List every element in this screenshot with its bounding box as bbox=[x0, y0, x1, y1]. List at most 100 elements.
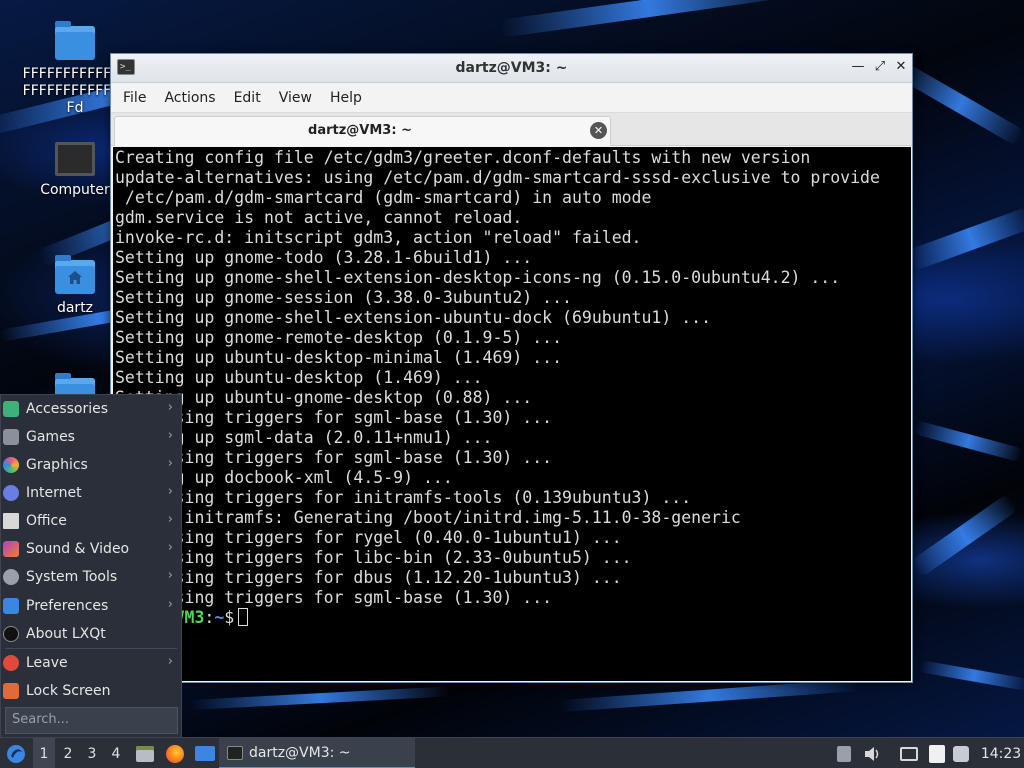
show-desktop-button[interactable] bbox=[192, 738, 218, 768]
chevron-right-icon: › bbox=[167, 428, 173, 443]
menu-item-games[interactable]: Games › bbox=[1, 423, 181, 451]
menu-item-accessories[interactable]: Accessories › bbox=[1, 395, 181, 423]
prompt-symbol: $ bbox=[224, 608, 235, 627]
menu-item-label: Preferences bbox=[26, 598, 109, 614]
terminal-line: Setting up gnome-session (3.38.0-3ubuntu… bbox=[115, 288, 572, 307]
menu-item-label: Office bbox=[26, 513, 67, 529]
menu-item-label: Accessories bbox=[26, 401, 109, 417]
menu-bar: File Actions Edit View Help bbox=[111, 83, 912, 113]
terminal-line: Processing triggers for dbus (1.12.20-1u… bbox=[115, 568, 622, 587]
window-titlebar[interactable]: >_ dartz@VM3: ~ — ⤢ ✕ bbox=[111, 54, 912, 83]
menu-item-lock-screen[interactable]: Lock Screen bbox=[1, 677, 181, 705]
update-notifier-button[interactable] bbox=[950, 738, 972, 768]
terminal-line: Setting up gnome-remote-desktop (0.1.9-5… bbox=[115, 328, 563, 347]
terminal-line: Processing triggers for sgml-base (1.30)… bbox=[115, 408, 553, 427]
task-label: dartz@VM3: ~ bbox=[249, 744, 351, 761]
terminal-line: Processing triggers for sgml-base (1.30)… bbox=[115, 448, 553, 467]
terminal-line: update-initramfs: Generating /boot/initr… bbox=[115, 508, 741, 527]
desktop-switch-1[interactable]: 1 bbox=[33, 738, 55, 768]
terminal-line: Setting up gnome-todo (3.28.1-6build1) .… bbox=[115, 248, 533, 267]
preferences-icon bbox=[3, 598, 19, 614]
chevron-right-icon: › bbox=[167, 484, 173, 499]
terminal-icon bbox=[227, 745, 243, 760]
chevron-right-icon: › bbox=[167, 654, 173, 669]
about-icon bbox=[3, 626, 19, 642]
menu-item-label: Sound & Video bbox=[26, 541, 130, 557]
window-title: dartz@VM3: ~ bbox=[455, 60, 568, 76]
games-icon bbox=[3, 429, 19, 445]
menu-item-label: Leave bbox=[26, 655, 68, 671]
terminal-cursor bbox=[238, 608, 249, 626]
taskbar-window-terminal[interactable]: dartz@VM3: ~ bbox=[219, 738, 415, 768]
menu-help[interactable]: Help bbox=[321, 83, 371, 113]
menu-item-office[interactable]: Office › bbox=[1, 507, 181, 535]
tab-label: dartz@VM3: ~ bbox=[308, 123, 412, 138]
prompt-separator: : bbox=[204, 608, 215, 627]
network-icon bbox=[900, 746, 918, 761]
minimize-button[interactable]: — bbox=[850, 59, 866, 75]
network-button[interactable] bbox=[898, 738, 920, 768]
chevron-right-icon: › bbox=[167, 568, 173, 583]
menu-item-label: System Tools bbox=[26, 569, 118, 585]
computer-icon bbox=[55, 142, 95, 176]
home-folder-icon bbox=[55, 255, 95, 294]
firefox-launcher[interactable] bbox=[162, 738, 188, 768]
menu-item-leave[interactable]: Leave › bbox=[1, 649, 181, 677]
chevron-right-icon: › bbox=[167, 456, 173, 471]
desktop-icon bbox=[195, 746, 215, 761]
clock[interactable]: 14:23 bbox=[976, 738, 1024, 768]
menu-file[interactable]: File bbox=[114, 83, 155, 113]
menu-actions[interactable]: Actions bbox=[155, 83, 224, 113]
sound-video-icon bbox=[3, 541, 19, 557]
menu-item-sound-video[interactable]: Sound & Video › bbox=[1, 535, 181, 563]
terminal-line: Processing triggers for sgml-base (1.30)… bbox=[115, 588, 553, 607]
maximize-button[interactable]: ⤢ bbox=[872, 59, 888, 75]
chevron-right-icon: › bbox=[167, 400, 173, 415]
prompt-path: ~ bbox=[214, 608, 225, 627]
terminal-line: Setting up gnome-shell-extension-desktop… bbox=[115, 268, 841, 287]
file-manager-icon bbox=[136, 745, 154, 762]
volume-button[interactable] bbox=[862, 738, 884, 768]
menu-view[interactable]: View bbox=[270, 83, 321, 113]
menu-item-graphics[interactable]: Graphics › bbox=[1, 451, 181, 479]
terminal-line: Setting up gnome-shell-extension-ubuntu-… bbox=[115, 308, 712, 327]
desktop-switch-2[interactable]: 2 bbox=[57, 738, 79, 768]
tab-bar: dartz@VM3: ~ ✕ bbox=[111, 113, 912, 146]
chevron-right-icon: › bbox=[167, 512, 173, 527]
file-manager-launcher[interactable] bbox=[132, 738, 158, 768]
terminal-window[interactable]: >_ dartz@VM3: ~ — ⤢ ✕ File Actions Edit … bbox=[110, 53, 913, 683]
terminal-tab[interactable]: dartz@VM3: ~ ✕ bbox=[114, 116, 611, 146]
close-button[interactable]: ✕ bbox=[893, 59, 909, 75]
menu-item-label: Games bbox=[26, 429, 75, 445]
start-menu: Accessories › Games › Graphics › Interne… bbox=[0, 394, 182, 738]
terminal-line: Processing triggers for libc-bin (2.33-0… bbox=[115, 548, 632, 567]
menu-item-label: About LXQt bbox=[26, 626, 106, 642]
menu-item-internet[interactable]: Internet › bbox=[1, 479, 181, 507]
tab-close-icon[interactable]: ✕ bbox=[590, 122, 607, 139]
menu-item-system-tools[interactable]: System Tools › bbox=[1, 563, 181, 591]
terminal-line: gdm.service is not active, cannot reload… bbox=[115, 208, 523, 227]
terminal-line: /etc/pam.d/gdm-smartcard (gdm-smartcard)… bbox=[115, 188, 652, 207]
system-tools-icon bbox=[3, 569, 19, 585]
lxqt-logo-icon bbox=[7, 744, 25, 763]
clipboard-button[interactable] bbox=[926, 738, 948, 768]
menu-item-preferences[interactable]: Preferences › bbox=[1, 592, 181, 620]
terminal-line: Processing triggers for rygel (0.40.0-1u… bbox=[115, 528, 622, 547]
chevron-right-icon: › bbox=[167, 540, 173, 555]
menu-search-input[interactable]: Search... bbox=[5, 707, 178, 734]
desktop-switch-4[interactable]: 4 bbox=[105, 738, 127, 768]
terminal-line: Processing triggers for initramfs-tools … bbox=[115, 488, 692, 507]
terminal-line: Setting up sgml-data (2.0.11+nmu1) ... bbox=[115, 428, 493, 447]
tray-up-button[interactable] bbox=[834, 738, 854, 768]
accessories-icon bbox=[3, 401, 19, 417]
menu-edit[interactable]: Edit bbox=[225, 83, 270, 113]
menu-item-about-lxqt[interactable]: About LXQt bbox=[1, 620, 181, 648]
leave-icon bbox=[3, 655, 19, 671]
terminal-line: update-alternatives: using /etc/pam.d/gd… bbox=[115, 168, 880, 187]
terminal-prompt: dartz@VM3:~$ bbox=[115, 608, 911, 628]
start-menu-button[interactable] bbox=[2, 738, 30, 768]
terminal-output[interactable]: Creating config file /etc/gdm3/greeter.d… bbox=[113, 147, 911, 681]
desktop-switch-3[interactable]: 3 bbox=[81, 738, 103, 768]
terminal-line: Setting up ubuntu-gnome-desktop (0.88) .… bbox=[115, 388, 533, 407]
clipboard-icon bbox=[929, 744, 945, 763]
